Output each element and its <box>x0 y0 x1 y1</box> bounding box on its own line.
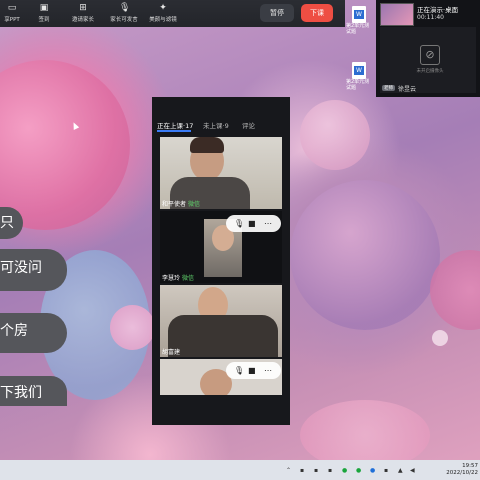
participant-name: 李慧玲 微信 <box>162 275 194 282</box>
desktop-thumbnail <box>380 3 414 26</box>
chat-text: 下我们 <box>0 385 42 401</box>
system-clock[interactable]: 19:57 2022/10/22 <box>446 463 478 477</box>
mic-icon: 🎙 <box>119 3 131 13</box>
tab-comments[interactable]: 评论 <box>242 120 255 130</box>
share-status: 正在演示·桌面 <box>417 6 459 14</box>
invite-icon: ⊞ <box>79 3 87 13</box>
share-timer: 00:11:40 <box>417 14 444 21</box>
chat-text: 可没问 <box>0 260 42 276</box>
checkin-icon: ▣ <box>39 3 49 13</box>
participant-body <box>168 315 278 357</box>
chat-bubble: 个房 <box>0 313 67 353</box>
participant-video-tile[interactable]: 胡富建 <box>160 285 282 357</box>
beauty-filter-button[interactable]: ✦ 美颜与滤镜 <box>143 3 183 23</box>
participant-video-tile[interactable]: 和平使者 微信 <box>160 137 282 209</box>
clock-date: 2022/10/22 <box>446 470 478 476</box>
video-camera-icon[interactable]: ■ <box>248 218 256 229</box>
tab-not-in-class[interactable]: 未上课·9 <box>203 120 229 130</box>
host-camera-tile: ⊘ 未开启摄像头 老师 徐昱云 <box>380 27 476 93</box>
word-doc-icon: W <box>352 62 366 79</box>
taskbar: ⌃ ▪ ▪ ▪ ● ● ● ▪ ▲ ◀ 19:57 2022/10/22 <box>0 460 480 480</box>
tray-app-icon[interactable]: ▪ <box>314 467 318 474</box>
tray-green-app-icon[interactable]: ● <box>342 467 347 474</box>
parents-speak-button[interactable]: 🎙 家长可发言 <box>104 3 144 23</box>
desktop-file-icon[interactable]: W 第2单元测试题 <box>346 6 372 35</box>
tray-app-icon[interactable]: ▪ <box>328 467 332 474</box>
wallpaper-bubble <box>432 330 448 346</box>
participant-name: 胡富建 <box>162 349 181 356</box>
slides-icon: ▭ <box>7 3 17 13</box>
desktop-file-icon[interactable]: W 第2单元测试题 <box>346 62 372 91</box>
participant-name: 和平使者 微信 <box>162 201 200 208</box>
clock-time: 19:57 <box>462 463 478 469</box>
beauty-icon: ✦ <box>159 3 167 13</box>
tray-app-icon[interactable]: ▪ <box>384 467 388 474</box>
wallpaper-bubble <box>0 60 130 230</box>
end-class-button[interactable]: 下课 <box>301 4 333 22</box>
tray-blue-app-icon[interactable]: ● <box>370 467 375 474</box>
network-icon[interactable]: ▲ <box>398 467 403 474</box>
screen-share-preview: 正在演示·桌面 00:11:40 ⊘ 未开启摄像头 老师 徐昱云 <box>376 0 480 97</box>
wallpaper-bubble <box>300 100 370 170</box>
tray-chevron-icon[interactable]: ⌃ <box>286 467 291 474</box>
wallpaper-bubble <box>290 180 440 330</box>
chat-text: 个房 <box>0 323 28 339</box>
video-camera-icon[interactable]: ■ <box>248 365 256 376</box>
checkin-button[interactable]: ▣ 签到 <box>24 3 64 23</box>
volume-icon[interactable]: ◀ <box>410 467 415 474</box>
mic-icon[interactable]: 🎙 <box>234 365 244 376</box>
invite-parents-button[interactable]: ⊞ 邀请家长 <box>63 3 103 23</box>
camera-off-icon: ⊘ <box>420 45 440 65</box>
chat-bubble: 可没问 <box>0 249 67 291</box>
tray-app-icon[interactable]: ▪ <box>300 467 304 474</box>
active-tab-indicator <box>157 130 191 132</box>
pause-button[interactable]: 暂停 <box>260 4 294 22</box>
host-tag: 老师 <box>382 85 395 91</box>
mic-icon[interactable]: 🎙 <box>234 218 244 229</box>
classroom-toolbar: ▭ 享PPT ▣ 签到 ⊞ 邀请家长 🎙 家长可发言 ✦ 美颜与滤镜 暂停 下课 <box>0 0 345 27</box>
chat-text: 只 <box>0 215 14 231</box>
tab-in-class[interactable]: 正在上课·17 <box>157 120 193 130</box>
tile-controls: 🎙 ■ ⋯ <box>226 362 281 379</box>
wallpaper-bubble <box>110 305 155 350</box>
host-name: 徐昱云 <box>398 86 417 93</box>
tray-green-app-icon[interactable]: ● <box>356 467 361 474</box>
participant-tabs: 正在上课·17 未上课·9 评论 <box>152 118 290 132</box>
word-doc-icon: W <box>352 6 366 23</box>
chat-bubble: 下我们 <box>0 376 67 406</box>
more-icon[interactable]: ⋯ <box>264 218 272 229</box>
tile-controls: 🎙 ■ ⋯ <box>226 215 281 232</box>
participant-hair <box>190 137 224 153</box>
more-icon[interactable]: ⋯ <box>264 365 272 376</box>
